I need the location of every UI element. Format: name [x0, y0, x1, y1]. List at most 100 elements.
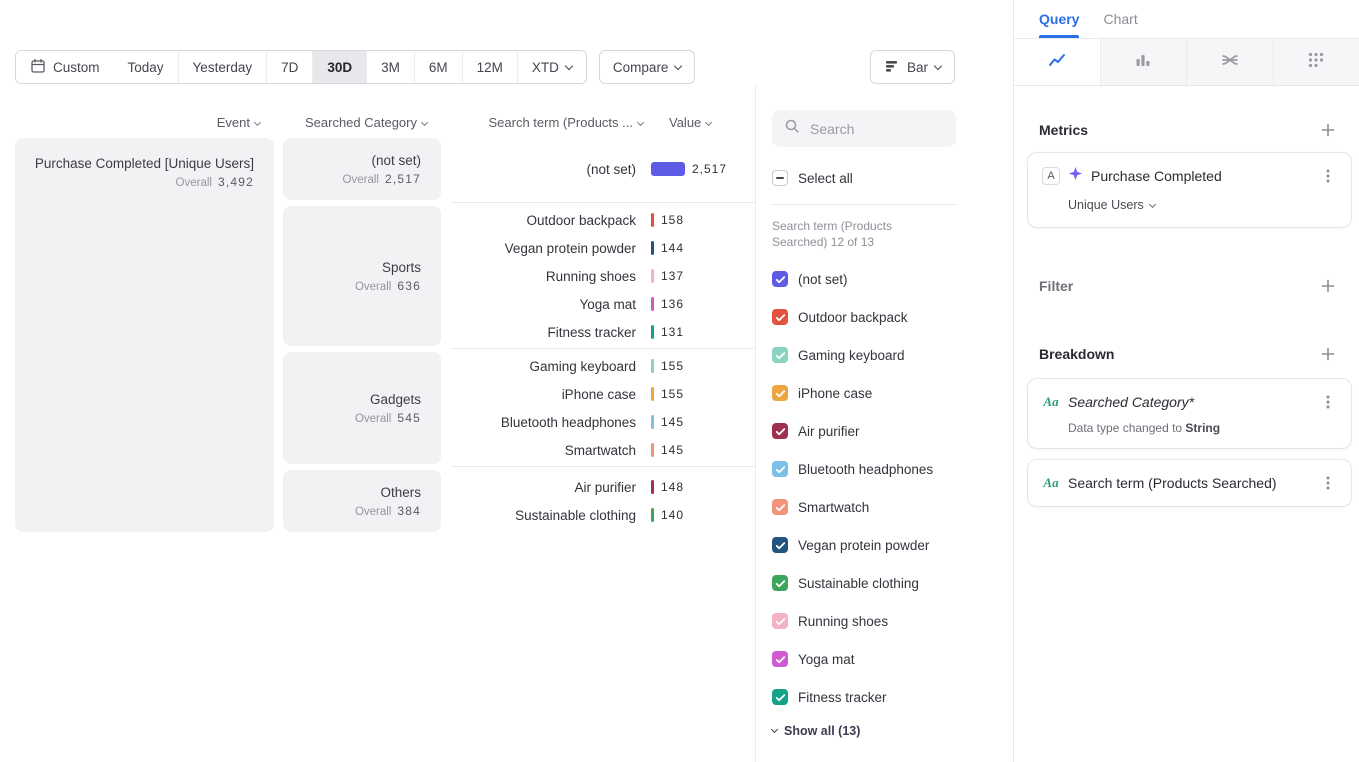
- date-preset-3m[interactable]: 3M: [366, 51, 414, 83]
- term-row[interactable]: Smartwatch 145: [451, 436, 755, 464]
- value-bar[interactable]: [651, 443, 654, 457]
- legend-checkbox[interactable]: [772, 613, 788, 629]
- legend-item[interactable]: Smartwatch: [772, 488, 1013, 526]
- compare-dropdown[interactable]: Compare: [599, 50, 696, 84]
- value-cell: 140: [651, 508, 755, 522]
- add-metric-button[interactable]: [1319, 121, 1337, 139]
- legend-item[interactable]: Fitness tracker: [772, 678, 1013, 716]
- column-header-event[interactable]: Event: [15, 115, 274, 130]
- check-icon: [775, 426, 786, 437]
- legend-checkbox[interactable]: [772, 271, 788, 287]
- value-bar[interactable]: [651, 269, 654, 283]
- value-bar[interactable]: [651, 387, 654, 401]
- legend-item[interactable]: iPhone case: [772, 374, 1013, 412]
- term-row[interactable]: Bluetooth headphones 145: [451, 408, 755, 436]
- chart-type-dropdown[interactable]: Bar: [870, 50, 955, 84]
- legend-item[interactable]: Vegan protein powder: [772, 526, 1013, 564]
- legend-checkbox[interactable]: [772, 651, 788, 667]
- legend-item-label: Gaming keyboard: [798, 348, 905, 363]
- chevron-down-icon: [674, 62, 682, 70]
- metric-menu-button[interactable]: [1319, 166, 1337, 186]
- value-bar[interactable]: [651, 508, 654, 522]
- value-bar[interactable]: [651, 213, 654, 227]
- legend-checkbox[interactable]: [772, 461, 788, 477]
- search-box[interactable]: [772, 110, 956, 147]
- term-row[interactable]: Outdoor backpack 158: [451, 206, 755, 234]
- date-preset-7d[interactable]: 7D: [266, 51, 312, 83]
- add-breakdown-button[interactable]: [1319, 345, 1337, 363]
- metric-card[interactable]: A Purchase Completed Unique Users: [1027, 152, 1352, 228]
- legend-checkbox[interactable]: [772, 499, 788, 515]
- column-header-term[interactable]: Search term (Products ...: [451, 115, 651, 130]
- select-all[interactable]: Select all: [772, 167, 1013, 189]
- tab-chart[interactable]: Chart: [1103, 0, 1137, 38]
- date-preset-12m[interactable]: 12M: [462, 51, 517, 83]
- tab-funnels[interactable]: [1100, 39, 1187, 85]
- report-type-tabs: [1014, 38, 1359, 86]
- legend-item[interactable]: Running shoes: [772, 602, 1013, 640]
- date-preset-today[interactable]: Today: [114, 51, 178, 83]
- value-bar[interactable]: [651, 480, 654, 494]
- legend-item[interactable]: Sustainable clothing: [772, 564, 1013, 602]
- legend-item[interactable]: Bluetooth headphones: [772, 450, 1013, 488]
- add-filter-button[interactable]: [1319, 277, 1337, 295]
- select-all-checkbox[interactable]: [772, 170, 788, 186]
- term-row[interactable]: iPhone case 155: [451, 380, 755, 408]
- breakdown-menu-button[interactable]: [1319, 392, 1337, 412]
- tab-retention[interactable]: [1273, 39, 1359, 85]
- tab-flows[interactable]: [1186, 39, 1273, 85]
- term-row[interactable]: Yoga mat 136: [451, 290, 755, 318]
- legend-item[interactable]: Yoga mat: [772, 640, 1013, 678]
- term-list: Outdoor backpack 158 Vegan protein powde…: [451, 206, 755, 346]
- chart-body: Purchase Completed [Unique Users] Overal…: [0, 138, 755, 532]
- term-row[interactable]: Vegan protein powder 144: [451, 234, 755, 262]
- value-bar[interactable]: [651, 162, 685, 176]
- value-bar[interactable]: [651, 359, 654, 373]
- legend-checkbox[interactable]: [772, 347, 788, 363]
- value-bar[interactable]: [651, 415, 654, 429]
- category-name: Sports: [283, 260, 421, 275]
- search-input[interactable]: [808, 120, 928, 138]
- legend-checkbox[interactable]: [772, 689, 788, 705]
- legend-sublabel: Search term (Products Searched) 12 of 13: [772, 218, 932, 250]
- event-cell[interactable]: Purchase Completed [Unique Users] Overal…: [15, 138, 274, 532]
- tab-query[interactable]: Query: [1039, 0, 1079, 38]
- custom-date-button[interactable]: Custom: [16, 51, 114, 83]
- term-row[interactable]: Fitness tracker 131: [451, 318, 755, 346]
- category-cell[interactable]: Others Overall384: [283, 470, 441, 532]
- column-header-value[interactable]: Value: [651, 115, 755, 130]
- value-bar[interactable]: [651, 297, 654, 311]
- legend-checkbox[interactable]: [772, 537, 788, 553]
- term-row[interactable]: (not set) 2,517: [451, 155, 755, 183]
- date-preset-6m[interactable]: 6M: [414, 51, 462, 83]
- show-all-button[interactable]: Show all (13): [772, 716, 1013, 746]
- legend-item[interactable]: Gaming keyboard: [772, 336, 1013, 374]
- category-cell[interactable]: (not set) Overall2,517: [283, 138, 441, 200]
- date-preset-30d[interactable]: 30D: [312, 51, 366, 83]
- tab-insights[interactable]: [1014, 39, 1100, 85]
- term-list: (not set) 2,517: [451, 138, 755, 200]
- xtd-dropdown[interactable]: XTD: [517, 51, 586, 83]
- value-bar[interactable]: [651, 325, 654, 339]
- breakdown-card[interactable]: Aa Searched Category* Data type changed …: [1027, 378, 1352, 449]
- legend-item-label: (not set): [798, 272, 848, 287]
- category-cell[interactable]: Gadgets Overall545: [283, 352, 441, 464]
- legend-checkbox[interactable]: [772, 309, 788, 325]
- metric-aggregation-dropdown[interactable]: Unique Users: [1068, 198, 1155, 212]
- legend-item[interactable]: (not set): [772, 260, 1013, 298]
- category-cell[interactable]: Sports Overall636: [283, 206, 441, 346]
- legend-checkbox[interactable]: [772, 423, 788, 439]
- term-row[interactable]: Sustainable clothing 140: [451, 501, 755, 529]
- legend-item[interactable]: Outdoor backpack: [772, 298, 1013, 336]
- term-row[interactable]: Air purifier 148: [451, 473, 755, 501]
- breakdown-menu-button[interactable]: [1319, 473, 1337, 493]
- legend-checkbox[interactable]: [772, 575, 788, 591]
- value-bar[interactable]: [651, 241, 654, 255]
- legend-item[interactable]: Air purifier: [772, 412, 1013, 450]
- column-header-category[interactable]: Searched Category: [283, 115, 441, 130]
- term-row[interactable]: Gaming keyboard 155: [451, 352, 755, 380]
- term-row[interactable]: Running shoes 137: [451, 262, 755, 290]
- legend-checkbox[interactable]: [772, 385, 788, 401]
- date-preset-yesterday[interactable]: Yesterday: [178, 51, 267, 83]
- breakdown-card[interactable]: Aa Search term (Products Searched): [1027, 459, 1352, 507]
